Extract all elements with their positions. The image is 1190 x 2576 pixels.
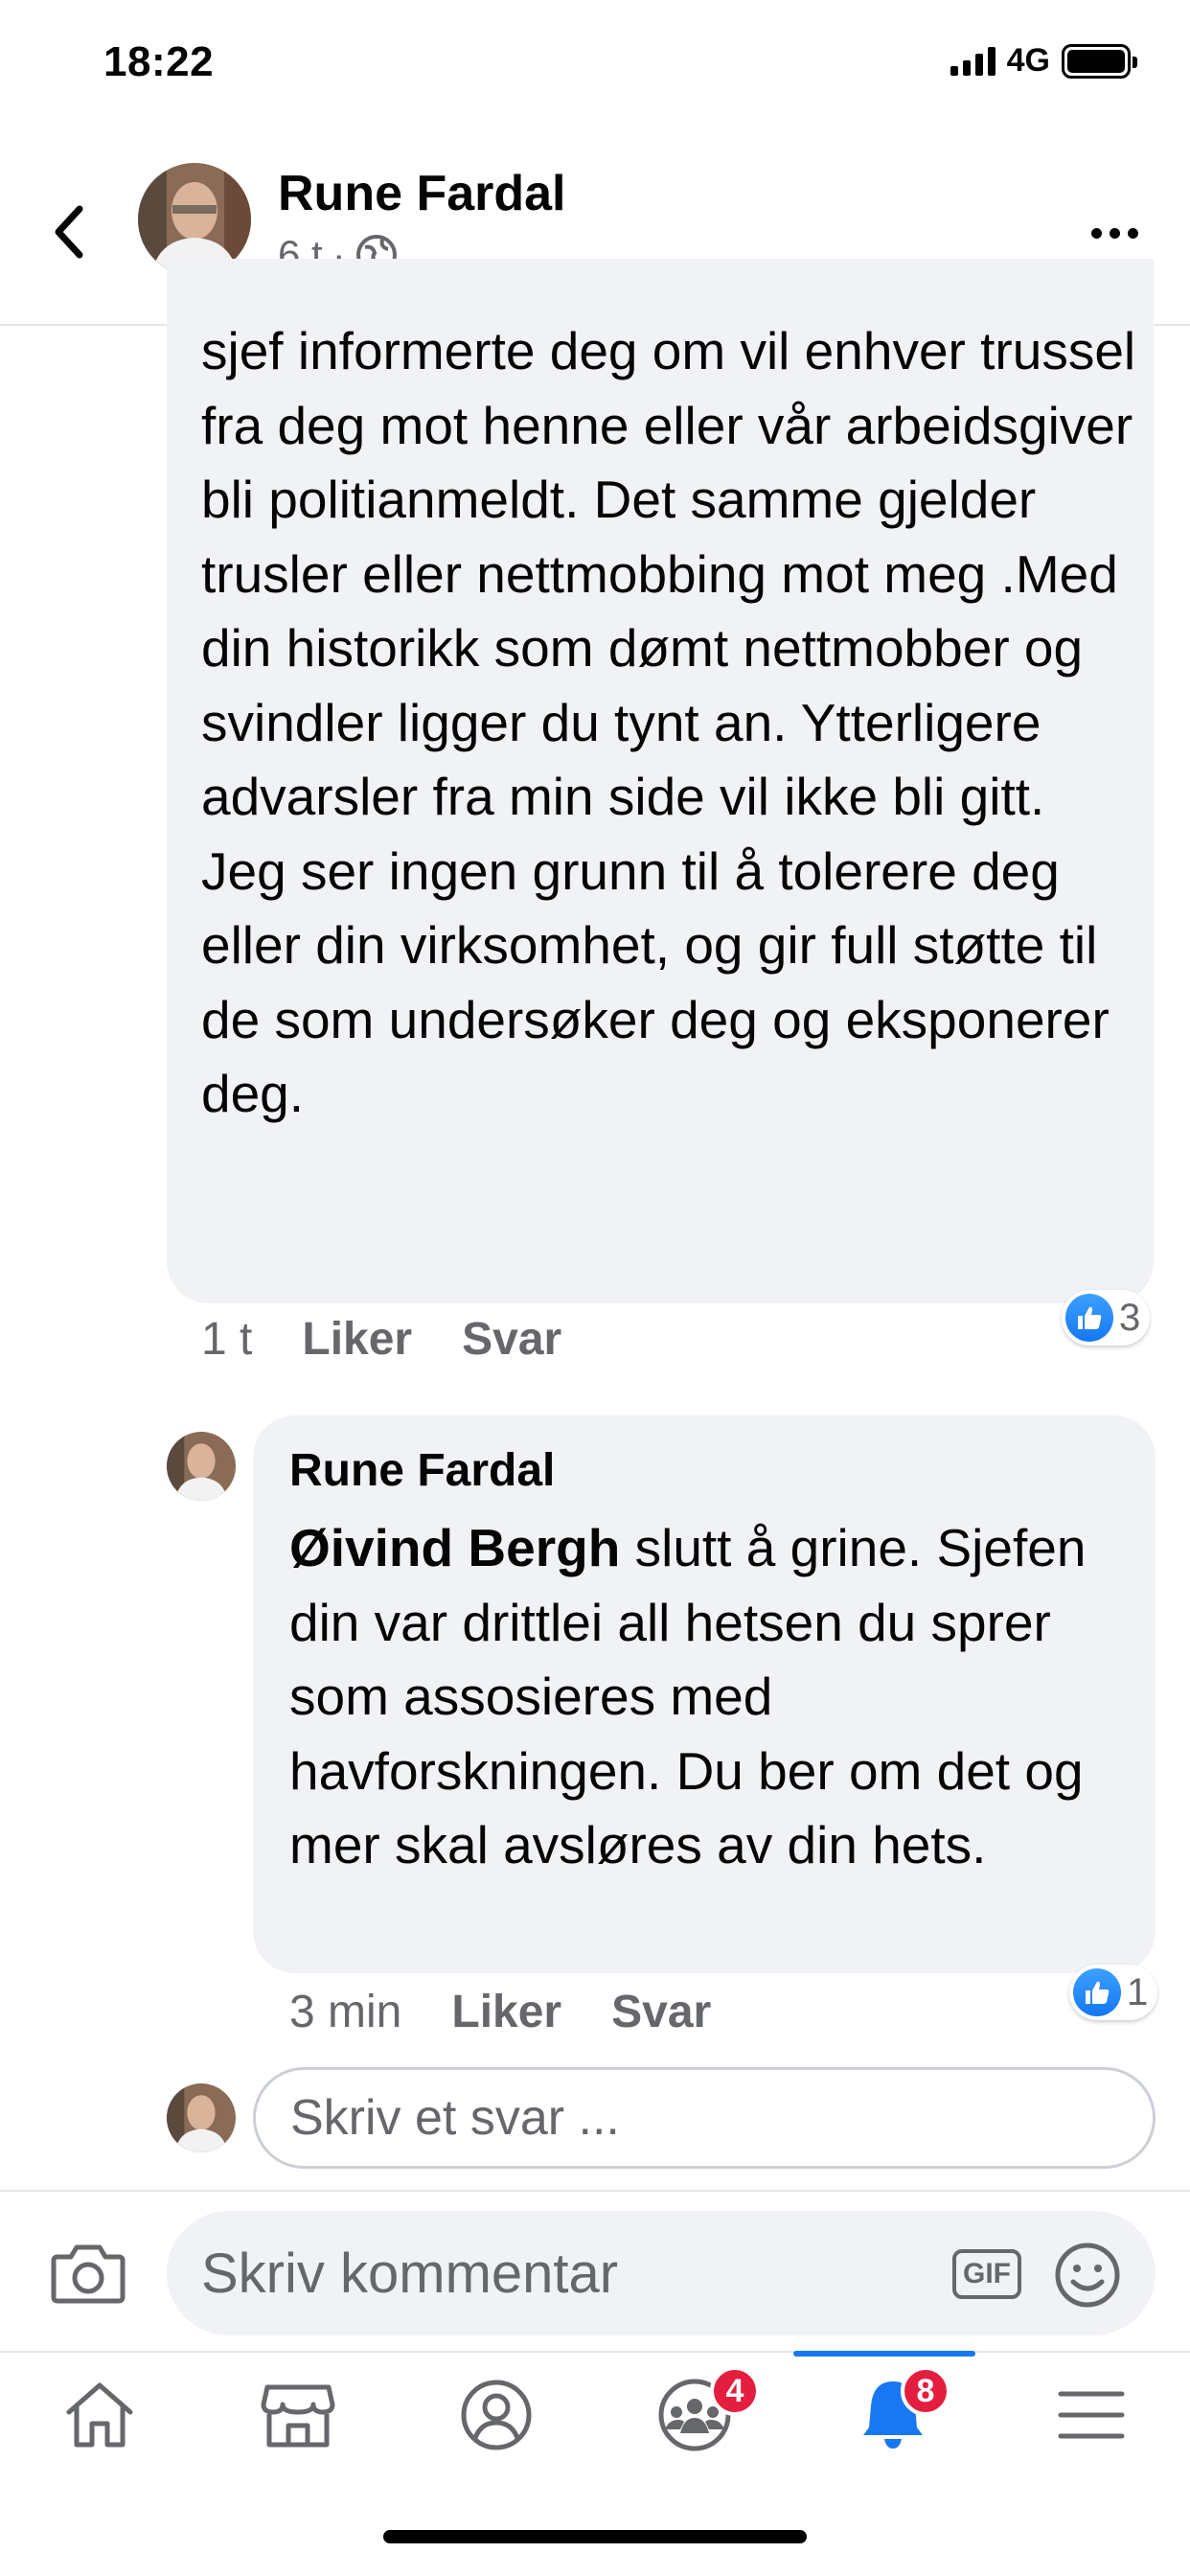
reply-input[interactable]: Skriv et svar ...: [253, 2067, 1156, 2169]
mention-link[interactable]: Øivind Bergh: [289, 1518, 620, 1577]
reaction-number: 3: [1119, 1296, 1141, 1339]
gif-button[interactable]: GIF: [952, 2249, 1021, 2299]
like-button[interactable]: Liker: [302, 1313, 412, 1366]
comment-input[interactable]: Skriv kommentar GIF: [167, 2211, 1156, 2335]
reply-bubble: Rune Fardal Øivind Bergh slutt å grine. …: [253, 1415, 1156, 1973]
back-button[interactable]: [42, 194, 96, 270]
comment-time: 1 t: [201, 1314, 253, 1365]
tab-profile[interactable]: [397, 2353, 595, 2477]
dot: [1090, 227, 1102, 239]
more-options-button[interactable]: [1081, 209, 1148, 257]
home-indicator[interactable]: [383, 2530, 807, 2543]
tab-home[interactable]: [0, 2353, 198, 2477]
profile-icon: [461, 2380, 531, 2450]
tab-notifications[interactable]: 8: [793, 2351, 992, 2477]
reply-button[interactable]: Svar: [611, 1986, 711, 2038]
signal-icon: [950, 46, 995, 76]
tab-menu[interactable]: [992, 2353, 1190, 2477]
emoji-icon[interactable]: [1054, 2242, 1121, 2309]
comment-composer: Skriv kommentar GIF: [0, 2190, 1190, 2351]
author-name[interactable]: Rune Fardal: [278, 165, 566, 222]
dot: [1109, 227, 1120, 239]
notifications-badge: 8: [901, 2366, 950, 2416]
dot: [1127, 227, 1138, 239]
menu-icon: [1058, 2391, 1124, 2439]
reaction-number: 1: [1127, 1970, 1149, 2013]
status-indicators: 4G: [950, 42, 1137, 80]
comment-bubble: sjef informerte deg om vil enhver trusse…: [167, 259, 1154, 1303]
reply-placeholder: Skriv et svar ...: [290, 2090, 620, 2146]
reaction-count[interactable]: 3: [1062, 1290, 1151, 1346]
reply-text: Øivind Bergh slutt å grine. Sjefen din v…: [289, 1511, 1133, 1883]
comment-placeholder: Skriv kommentar: [201, 2242, 619, 2305]
camera-icon: [51, 2244, 126, 2304]
reply-time: 3 min: [289, 1987, 402, 2037]
reply-button[interactable]: Svar: [462, 1313, 561, 1366]
camera-button[interactable]: [50, 2240, 126, 2307]
network-label: 4G: [1006, 42, 1050, 79]
comment-actions: 1 t Liker Svar: [201, 1313, 611, 1366]
comment-text: sjef informerte deg om vil enhver trusse…: [201, 321, 1136, 1123]
marketplace-icon: [261, 2384, 334, 2448]
tab-marketplace[interactable]: [198, 2353, 397, 2477]
reply-actions: 3 min Liker Svar: [289, 1986, 761, 2038]
thumbs-up-icon: [1073, 1968, 1121, 2016]
reply-author-name[interactable]: Rune Fardal: [289, 1444, 555, 1497]
thumbs-up-icon: [1065, 1294, 1113, 1342]
chevron-left-icon: [55, 205, 83, 259]
battery-icon: [1062, 43, 1137, 79]
status-time: 18:22: [103, 38, 215, 85]
tab-bar: 4 8: [0, 2351, 1190, 2475]
status-bar: 18:22 4G: [0, 0, 1190, 129]
home-icon: [66, 2382, 132, 2448]
reply-author-avatar[interactable]: [167, 1432, 236, 1501]
tab-groups[interactable]: 4: [595, 2353, 793, 2477]
groups-badge: 4: [710, 2366, 760, 2416]
like-button[interactable]: Liker: [451, 1986, 561, 2038]
reply-reaction-count[interactable]: 1: [1069, 1965, 1158, 2020]
current-user-avatar: [167, 2083, 236, 2152]
